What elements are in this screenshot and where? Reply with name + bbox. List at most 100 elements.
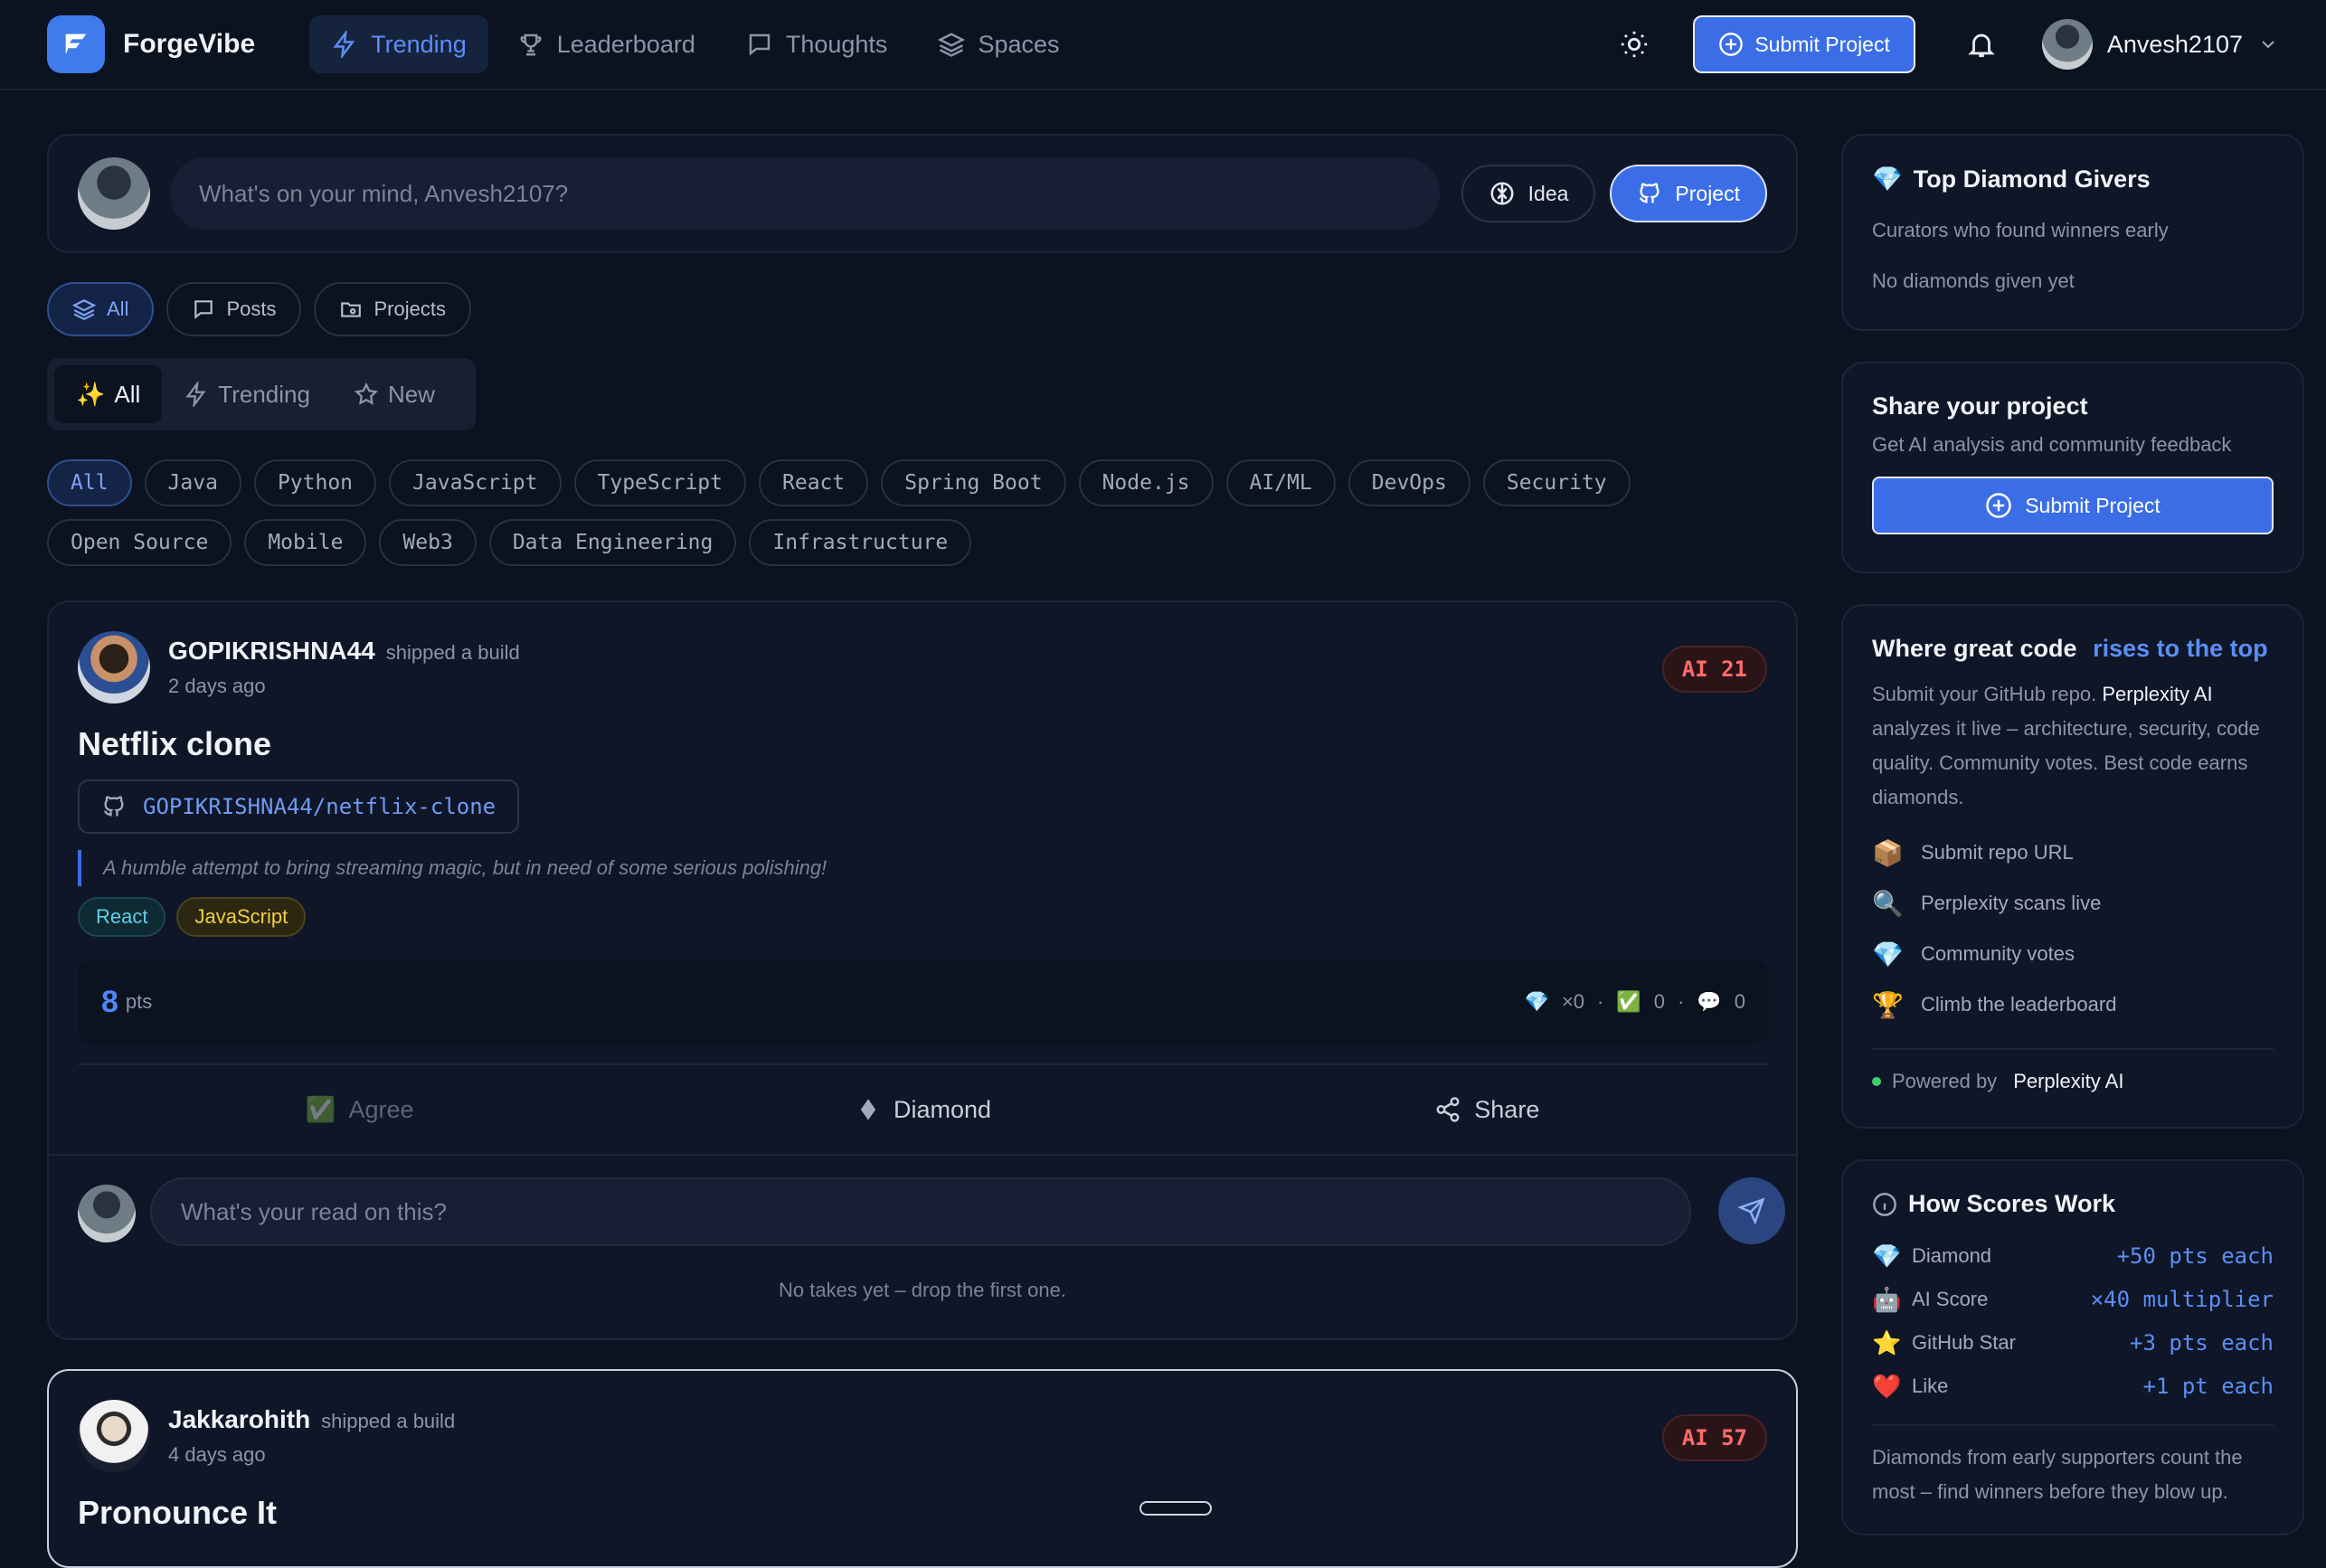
score-rules: 💎 Diamond +50 pts each 🤖 AI Score ×40 multipl… [1872,1234,2274,1408]
chat-icon [749,33,771,56]
tag-chip[interactable]: TypeScript [573,459,746,506]
nav-label: Trending [371,30,467,58]
nav-leaderboard[interactable]: Leaderboard [496,15,717,73]
card-subtitle: Curators who found winners early [1872,219,2169,241]
post-author-avatar[interactable] [78,631,150,704]
score-icon: 🤖 [1872,1285,1902,1313]
score-icon: ⭐ [1872,1328,1902,1356]
idea-button[interactable]: Idea [1461,165,1596,222]
tag-chip[interactable]: Web3 [379,519,477,566]
desc-part: Submit your GitHub repo. [1872,683,2103,705]
post-author-name[interactable]: Jakkarohith [168,1405,310,1433]
score-icon: ❤️ [1872,1372,1902,1400]
user-menu[interactable]: Anvesh2107 [2041,19,2279,70]
post-timestamp: 4 days ago [168,1443,266,1466]
filter-projects[interactable]: Projects [314,282,471,336]
sort-new[interactable]: New [332,365,457,423]
scroll-indicator[interactable] [1139,1501,1212,1516]
sort-label: New [387,380,435,408]
card-title: How Scores Work [1872,1190,2274,1218]
tag-chip[interactable]: React [759,459,869,506]
tag-chip[interactable]: Security [1482,459,1631,506]
agree-count: 0 [1653,990,1666,1013]
lang-tag-react[interactable]: React [78,897,166,937]
plus-circle-icon [1986,493,2011,518]
steps-list: 📦 Submit repo URL 🔍 Perplexity scans live 💎 C… [1872,827,2274,1030]
tag-chip[interactable]: Spring Boot [881,459,1066,506]
desc-part: analyzes it live – architecture, securit… [1872,717,2260,808]
tag-chip[interactable]: Node.js [1078,459,1214,506]
step-label: Climb the leaderboard [1921,993,2117,1015]
github-icon [1640,183,1659,203]
repo-link[interactable]: GOPIKRISHNA44/netflix-clone [78,779,520,834]
post-card: GOPIKRISHNA44 shipped a build 2 days ago … [47,600,1798,1340]
tag-chip[interactable]: Java [144,459,241,506]
theme-toggle-icon[interactable] [1619,29,1650,60]
nav-spaces[interactable]: Spaces [916,15,1081,73]
lang-tag-javascript[interactable]: JavaScript [176,897,307,937]
folder-git-icon [341,302,362,317]
step-label: Community votes [1921,942,2075,965]
tag-chip[interactable]: Mobile [244,519,367,566]
agree-button[interactable]: ✅ Agree [78,1095,641,1124]
commenter-avatar [78,1185,136,1242]
tag-chip[interactable]: JavaScript [389,459,562,506]
sidebar-submit-project-button[interactable]: Submit Project [1872,477,2274,534]
post-author-name[interactable]: GOPIKRISHNA44 [168,637,375,665]
tag-chip[interactable]: All [47,459,132,506]
post-header: Jakkarohith shipped a build 4 days ago [78,1400,455,1472]
brand-name[interactable]: ForgeVibe [123,29,255,60]
post-title[interactable]: Pronounce It [78,1494,277,1532]
tag-chip[interactable]: Python [253,459,377,506]
card-title-text: How Scores Work [1908,1190,2116,1217]
ai-score-badge: AI 21 [1661,646,1767,693]
title-highlight: rises to the top [2093,635,2268,662]
submit-project-button[interactable]: Submit Project [1693,15,1915,73]
agree-label: Agree [348,1095,414,1123]
sort-all[interactable]: ✨ All [54,365,163,423]
card-title: Where great code rises to the top [1872,635,2274,663]
card-title: 💎 Top Diamond Givers [1872,165,2274,194]
notifications-bell-icon[interactable] [1966,29,1997,60]
top-right-actions: Submit Project Anvesh2107 [1619,15,2279,73]
composer-input[interactable]: What's on your mind, Anvesh2107? [170,157,1440,230]
points-value: 8 [101,984,118,1019]
filter-posts[interactable]: Posts [166,282,302,336]
filter-label: Projects [373,298,446,320]
project-button[interactable]: Project [1610,165,1767,222]
share-project-card: Share your project Get AI analysis and c… [1841,362,2304,573]
score-value: +50 pts each [2116,1243,2274,1269]
send-comment-button[interactable] [1718,1177,1785,1244]
diamond-count: ×0 [1561,990,1585,1013]
post-title[interactable]: Netflix clone [78,725,271,763]
comment-input[interactable]: What's your read on this? [150,1177,1691,1246]
logo-icon[interactable] [47,15,105,73]
speech-bubble-icon: 💬 [1697,990,1722,1013]
share-label: Share [1474,1095,1540,1123]
filter-all[interactable]: All [47,282,155,336]
score-rule-row: ⭐ GitHub Star +3 pts each [1872,1321,2274,1365]
submit-project-label: Submit Project [1754,32,1890,56]
tag-chip[interactable]: Infrastructure [749,519,972,566]
nav-trending[interactable]: Trending [309,15,488,73]
ai-score-badge: AI 57 [1661,1414,1767,1461]
sort-trending[interactable]: Trending [162,365,332,423]
tag-chip[interactable]: AI/ML [1225,459,1336,506]
how-scores-work-card: How Scores Work 💎 Diamond +50 pts each 🤖 AI … [1841,1159,2304,1535]
sort-segmented-control: ✨ All Trending New [47,358,476,430]
repo-name: GOPIKRISHNA44/netflix-clone [143,794,496,819]
tag-chip[interactable]: Open Source [47,519,232,566]
username: Anvesh2107 [2106,30,2243,58]
info-icon [1873,1192,1896,1216]
powered-by: Powered by Perplexity AI [1872,1048,2274,1093]
post-action-text: shipped a build [321,1410,456,1432]
tag-chip[interactable]: Data Engineering [488,519,737,566]
diamond-button[interactable]: Diamond [641,1096,1205,1124]
card-subtitle: Get AI analysis and community feedback [1872,433,2232,456]
nav-label: Leaderboard [556,30,695,58]
tag-chip[interactable]: DevOps [1347,459,1470,506]
composer-avatar [78,157,150,230]
nav-thoughts[interactable]: Thoughts [724,15,910,73]
post-author-avatar[interactable] [78,1400,150,1472]
share-button[interactable]: Share [1206,1096,1769,1124]
